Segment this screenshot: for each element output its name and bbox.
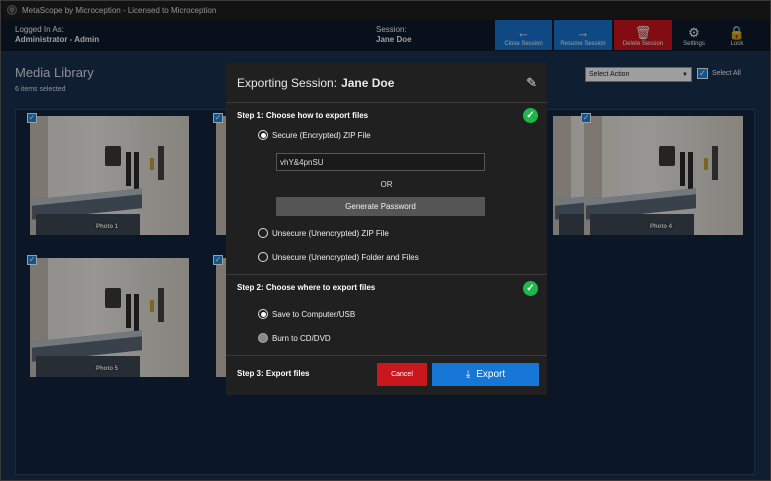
generate-password-button[interactable]: Generate Password (276, 197, 485, 216)
check-circle-icon: ✓ (523, 108, 538, 123)
cancel-button[interactable]: Cancel (377, 363, 427, 386)
step3-label: Step 3: Export files (237, 369, 310, 378)
export-button[interactable]: ⤓ Export (432, 363, 539, 386)
password-field[interactable] (276, 153, 485, 171)
step2-label: Step 2: Choose where to export files (237, 283, 376, 292)
divider (226, 355, 547, 356)
pencil-icon[interactable]: ✎ (526, 75, 537, 91)
export-dialog: Exporting Session: Jane Doe ✎ Step 1: Cho… (226, 63, 547, 395)
option-unsecure-zip[interactable]: Unsecure (Unencrypted) ZIP File (258, 228, 389, 238)
option-unsecure-folder[interactable]: Unsecure (Unencrypted) Folder and Files (258, 252, 419, 262)
radio-empty-icon (258, 228, 268, 238)
radio-selected-icon (258, 309, 268, 319)
download-icon: ⤓ (465, 369, 471, 380)
option-burn-cd[interactable]: Burn to CD/DVD (258, 333, 331, 343)
step1-label: Step 1: Choose how to export files (237, 111, 369, 120)
option-unsecure-zip-label: Unsecure (Unencrypted) ZIP File (272, 228, 389, 238)
dialog-header: Exporting Session: Jane Doe ✎ (226, 63, 547, 103)
option-save-computer[interactable]: Save to Computer/USB (258, 309, 355, 319)
check-circle-icon: ✓ (523, 281, 538, 296)
export-label: Export (476, 369, 506, 380)
radio-disabled-icon (258, 333, 268, 343)
divider (226, 274, 547, 275)
option-burn-cd-label: Burn to CD/DVD (272, 333, 331, 343)
radio-empty-icon (258, 252, 268, 262)
option-save-computer-label: Save to Computer/USB (272, 309, 356, 319)
or-divider: OR (380, 180, 393, 189)
dialog-title-prefix: Exporting Session: (237, 76, 338, 90)
option-secure-zip-label: Secure (Encrypted) ZIP File (272, 130, 371, 140)
app-window: ⚲ MetaScope by Microception - Licensed t… (0, 0, 771, 481)
dialog-session-name: Jane Doe (341, 76, 395, 90)
dialog-title: Exporting Session: Jane Doe (237, 76, 394, 90)
option-secure-zip[interactable]: Secure (Encrypted) ZIP File (258, 130, 371, 140)
option-unsecure-folder-label: Unsecure (Unencrypted) Folder and Files (272, 252, 419, 262)
radio-selected-icon (258, 130, 268, 140)
